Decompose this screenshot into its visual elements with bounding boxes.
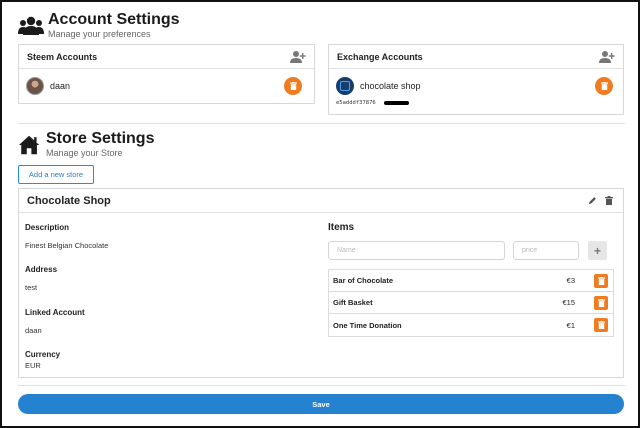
steem-accounts-title: Steem Accounts — [27, 51, 98, 62]
trash-icon[interactable] — [605, 196, 613, 205]
items-title: Items — [328, 222, 355, 233]
trash-icon — [597, 277, 605, 285]
add-store-button[interactable]: Add a new store — [18, 165, 94, 184]
add-exchange-account-icon[interactable] — [599, 50, 615, 64]
exchange-accounts-card: Exchange Accounts chocolate shop e5adddf… — [328, 44, 624, 115]
items-table: Bar of Chocolate €3 Gift Basket €15 One … — [328, 269, 614, 337]
description-value: Finest Belgian Chocolate — [25, 241, 109, 250]
delete-exchange-account-button[interactable] — [595, 77, 613, 95]
address-label: Address — [25, 265, 58, 274]
exchange-account-name: chocolate shop — [360, 81, 421, 91]
app-frame: Account Settings Manage your preferences… — [0, 0, 640, 428]
store-settings-header: Store Settings Manage your Store — [18, 130, 154, 159]
steem-account-row: daan — [26, 77, 70, 95]
store-settings-title: Store Settings — [46, 130, 155, 147]
currency-value: EUR — [25, 361, 41, 370]
account-settings-subtitle: Manage your preferences — [48, 29, 151, 39]
delete-item-button[interactable] — [594, 318, 608, 332]
linked-account-value: daan — [25, 326, 42, 335]
linked-account-label: Linked Account — [25, 308, 85, 317]
exchange-account-row: chocolate shop — [336, 77, 421, 95]
item-price: €1 — [566, 320, 575, 330]
address-value: test — [25, 283, 38, 292]
delete-steem-account-button[interactable] — [284, 77, 302, 95]
exchange-accounts-title: Exchange Accounts — [337, 51, 423, 62]
store-card-header: Chocolate Shop — [19, 189, 623, 213]
item-price: €3 — [566, 276, 575, 285]
account-settings-title: Account Settings — [48, 11, 180, 28]
item-name-input[interactable] — [328, 241, 505, 260]
avatar — [26, 77, 44, 95]
redaction-mark — [384, 101, 409, 105]
users-icon — [18, 16, 44, 35]
table-row: Gift Basket €15 — [329, 292, 613, 314]
steem-accounts-header: Steem Accounts — [19, 45, 314, 69]
item-price: €15 — [562, 298, 575, 307]
table-row: Bar of Chocolate €3 — [329, 270, 613, 292]
trash-icon — [597, 321, 605, 329]
exchange-account-key: e5adddf37876 — [336, 100, 376, 106]
plus-icon: + — [593, 243, 601, 258]
trash-icon — [600, 82, 608, 90]
item-name: Bar of Chocolate — [333, 276, 394, 285]
home-icon — [18, 135, 40, 155]
item-name: Gift Basket — [333, 298, 373, 307]
delete-item-button[interactable] — [594, 296, 608, 310]
exchange-logo-icon — [336, 77, 354, 95]
trash-icon — [597, 299, 605, 307]
store-settings-subtitle: Manage your Store — [46, 148, 123, 158]
item-price-input[interactable] — [513, 241, 579, 260]
currency-label: Currency — [25, 350, 61, 359]
add-item-button[interactable]: + — [588, 241, 607, 260]
add-steem-account-icon[interactable] — [290, 50, 306, 64]
section-divider — [18, 123, 625, 124]
item-name: One Time Donation — [333, 320, 402, 330]
delete-item-button[interactable] — [594, 274, 608, 288]
account-settings-header: Account Settings Manage your preferences — [18, 11, 180, 40]
steem-account-name: daan — [50, 81, 71, 91]
table-row: One Time Donation €1 — [329, 314, 613, 336]
description-label: Description — [25, 223, 70, 232]
section-divider — [18, 385, 625, 386]
pencil-icon[interactable] — [588, 196, 597, 205]
steem-accounts-card: Steem Accounts daan — [18, 44, 315, 104]
save-button[interactable]: Save — [18, 394, 624, 414]
exchange-accounts-header: Exchange Accounts — [329, 45, 623, 69]
store-name: Chocolate Shop — [27, 194, 111, 207]
trash-icon — [289, 82, 297, 90]
